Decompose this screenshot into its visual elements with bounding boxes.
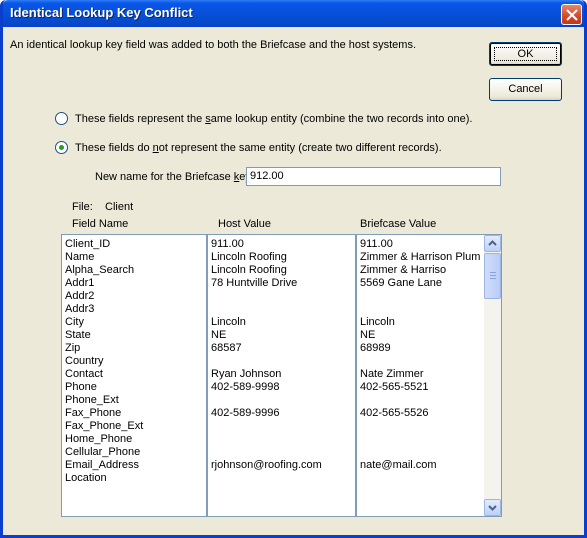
briefcase-value-list[interactable]: 911.00 Zimmer & Harrison Plum Zimmer & Har… [356, 234, 502, 517]
briefcase-value-row: Lincoln [360, 316, 395, 328]
briefcase-value-row: Zimmer & Harrison Plum [360, 251, 481, 263]
briefcase-value-row: nate@mail.com [360, 459, 437, 471]
briefcase-value-row [360, 446, 485, 459]
header-briefcase-value: Briefcase Value [360, 218, 437, 230]
host-value-row: 402-589-9996 [211, 407, 280, 419]
field-name-row: Phone [65, 381, 97, 393]
field-name-row: Fax_Phone_Ext [65, 420, 144, 432]
briefcase-value-row: 911.00 [360, 238, 393, 250]
field-name-row: Home_Phone [65, 433, 133, 445]
separate-radio[interactable] [55, 141, 68, 154]
close-icon [566, 9, 578, 21]
briefcase-value-row: 402-565-5526 [360, 407, 429, 419]
host-value-row [211, 446, 355, 459]
host-value-list[interactable]: 911.00 Lincoln Roofing Lincoln Roofing 78 H… [207, 234, 356, 517]
header-host-value: Host Value [218, 218, 271, 230]
host-value-row: Ryan Johnson [211, 368, 282, 380]
host-value-row: 402-589-9998 [211, 381, 280, 393]
separate-label: These fields do not represent the same e… [75, 141, 442, 154]
host-value-row [211, 420, 355, 433]
briefcase-value-row [360, 394, 485, 407]
briefcase-value-row [360, 303, 485, 316]
title-bar[interactable]: Identical Lookup Key Conflict [3, 0, 584, 27]
conflict-message: An identical lookup key field was added … [10, 39, 417, 51]
field-name-list[interactable]: Client_ID Name Alpha_Search Addr1 Addr2 Addr3… [61, 234, 207, 517]
field-name-row: Email_Address [65, 459, 139, 471]
vertical-scrollbar[interactable] [484, 235, 501, 516]
briefcase-value-row: 5569 Gane Lane [360, 277, 442, 289]
field-name-row: Alpha_Search [65, 264, 135, 276]
field-name-row: Addr3 [65, 303, 95, 315]
combine-radio[interactable] [55, 112, 68, 125]
host-value-row [211, 355, 355, 368]
field-name-row: Addr1 [65, 277, 95, 289]
field-name-row: Location [65, 472, 107, 484]
close-button[interactable] [561, 4, 582, 25]
host-value-row [211, 433, 355, 446]
cancel-button[interactable]: Cancel [489, 78, 562, 101]
briefcase-value-row [360, 472, 485, 485]
header-field-name: Field Name [72, 218, 129, 230]
host-value-row: Lincoln Roofing [211, 264, 287, 276]
briefcase-value-row: 68989 [360, 342, 391, 354]
briefcase-value-row [360, 433, 485, 446]
field-name-row: Zip [65, 342, 81, 354]
field-name-row: Addr2 [65, 290, 95, 302]
host-value-row: 78 Huntville Drive [211, 277, 298, 289]
field-name-row: Country [65, 355, 104, 367]
file-label: File: [72, 201, 93, 213]
briefcase-value-row [360, 290, 485, 303]
new-name-input[interactable]: 912.00 [246, 167, 501, 186]
file-value: Client [105, 201, 134, 213]
briefcase-value-row: NE [360, 329, 376, 341]
scroll-up-button[interactable] [484, 235, 501, 252]
field-name-row: Client_ID [65, 238, 111, 250]
chevron-down-icon [488, 505, 497, 511]
field-name-row: State [65, 329, 91, 341]
field-name-row: City [65, 316, 84, 328]
host-value-row [211, 472, 355, 485]
field-name-row: Fax_Phone [65, 407, 122, 419]
host-value-row [211, 290, 355, 303]
briefcase-value-row: 402-565-5521 [360, 381, 429, 393]
briefcase-value-row: Zimmer & Harriso [360, 264, 447, 276]
briefcase-value-row [360, 420, 485, 433]
field-name-row: Name [65, 251, 95, 263]
ok-label: OK [494, 47, 557, 61]
option-combine[interactable]: These fields represent the same lookup e… [55, 112, 472, 125]
scroll-down-button[interactable] [484, 499, 501, 516]
cancel-label: Cancel [508, 83, 543, 95]
host-value-row: 68587 [211, 342, 242, 354]
host-value-row [211, 394, 355, 407]
chevron-up-icon [488, 240, 497, 246]
option-separate[interactable]: These fields do not represent the same e… [55, 141, 442, 154]
window-title: Identical Lookup Key Conflict [10, 5, 193, 20]
host-value-row: NE [211, 329, 227, 341]
host-value-row: 911.00 [211, 238, 244, 250]
combine-label: These fields represent the same lookup e… [75, 112, 473, 125]
ok-button[interactable]: OK [489, 42, 562, 66]
briefcase-value-row [360, 355, 485, 368]
scroll-thumb[interactable] [484, 253, 501, 299]
host-value-row: rjohnson@roofing.com [211, 459, 322, 471]
field-name-row: Contact [65, 368, 103, 380]
host-value-row [211, 303, 355, 316]
host-value-row: Lincoln [211, 316, 246, 328]
field-name-row: Cellular_Phone [65, 446, 141, 458]
field-name-row: Phone_Ext [65, 394, 119, 406]
host-value-row: Lincoln Roofing [211, 251, 287, 263]
new-name-label: New name for the Briefcase key: [95, 171, 254, 183]
briefcase-value-row: Nate Zimmer [360, 368, 424, 380]
dialog-window: Identical Lookup Key Conflict An identic… [0, 0, 587, 538]
